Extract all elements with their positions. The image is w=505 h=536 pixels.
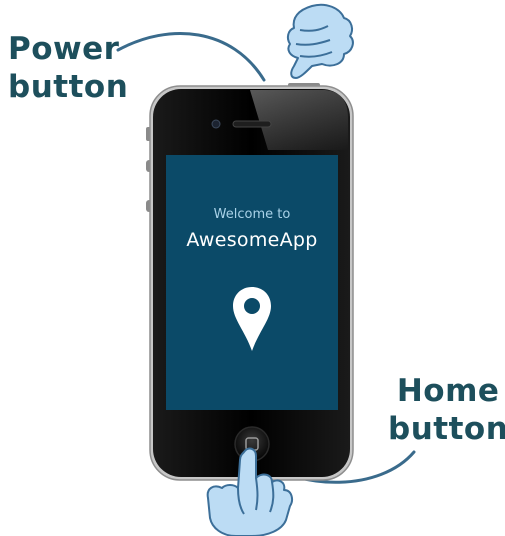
- app-name: AwesomeApp: [186, 229, 318, 251]
- earpiece: [232, 120, 272, 128]
- power-annotation-line: [116, 32, 266, 82]
- power-label-line1: Power: [8, 31, 120, 67]
- illustration: Power button Home button Welcome to Awes…: [0, 0, 505, 536]
- power-button-label: Power button: [8, 30, 128, 106]
- front-camera: [211, 119, 221, 129]
- app-splash-screen: Welcome to AwesomeApp: [166, 155, 338, 410]
- power-label-line2: button: [8, 69, 129, 105]
- home-button-label: Home button: [388, 372, 505, 448]
- hand-pointer-icon: [286, 3, 354, 79]
- home-label-line1: Home: [396, 373, 500, 409]
- home-label-line2: button: [388, 411, 505, 447]
- welcome-text: Welcome to: [213, 207, 291, 222]
- location-pin-icon: [233, 287, 271, 351]
